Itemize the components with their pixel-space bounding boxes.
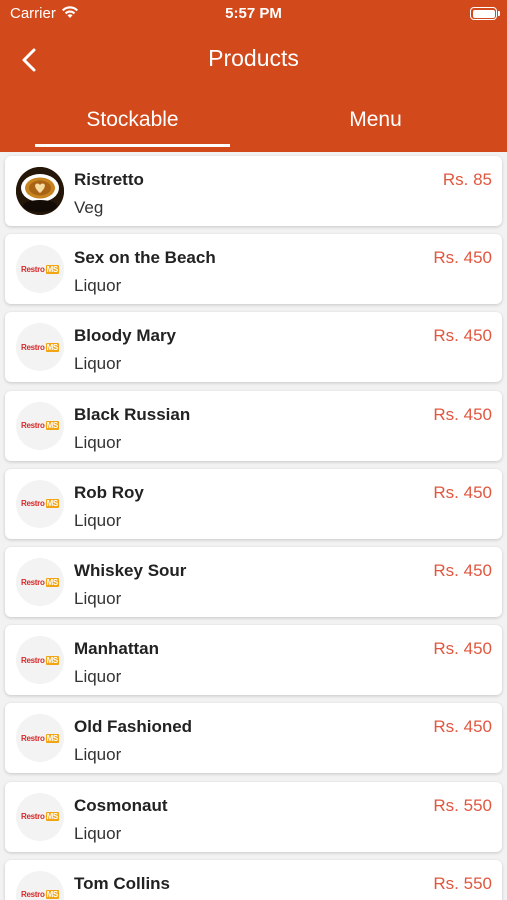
logo-brand: Restro — [21, 812, 45, 822]
logo-accent: MS — [45, 812, 59, 822]
logo-brand: Restro — [21, 655, 45, 665]
product-price: Rs. 85 — [442, 170, 492, 189]
product-card[interactable]: Restro MS Cosmonaut Liquor Rs. 550 — [5, 781, 502, 852]
product-name: Manhattan — [74, 639, 159, 659]
product-category: Veg — [74, 198, 104, 217]
product-category: Liquor — [74, 510, 122, 530]
restro-ms-logo: Restro MS — [16, 245, 64, 294]
logo-text: Restro MS — [21, 264, 59, 274]
product-price: Rs. 450 — [433, 561, 492, 580]
logo-accent: MS — [45, 655, 59, 665]
logo-brand: Restro — [21, 264, 45, 274]
coffee-cup-icon — [16, 167, 64, 215]
logo-accent: MS — [45, 890, 59, 900]
product-price: Rs. 450 — [433, 482, 492, 502]
product-category: Liquor — [74, 823, 122, 843]
tab-stockable[interactable]: Stockable — [35, 108, 230, 132]
product-price: Rs. 450 — [433, 639, 492, 659]
logo-accent: MS — [45, 342, 59, 352]
product-card[interactable]: Restro MS Rob Roy Liquor Rs. 450 — [5, 468, 502, 539]
logo-text: Restro MS — [21, 499, 59, 509]
product-price: Rs. 450 — [433, 717, 492, 737]
restro-ms-logo: Restro MS — [16, 714, 64, 763]
product-card[interactable]: Restro MS Sex on the Beach Liquor Rs. 450 — [5, 234, 502, 305]
logo-accent: MS — [45, 733, 59, 743]
logo-brand: Restro — [21, 499, 45, 509]
product-card[interactable]: Restro MS Old Fashioned Liquor Rs. 450 — [5, 703, 502, 774]
product-list[interactable]: Ristretto Veg Rs. 85 Restro MS Sex on the Bea… — [0, 152, 507, 900]
product-name: Rob Roy — [74, 482, 144, 502]
product-card[interactable]: RestroMSTom CollinsLiquorRs. 550 — [5, 859, 502, 900]
product-card[interactable]: Restro MS Whiskey Sour Liquor Rs. 450 — [5, 547, 502, 617]
restro-ms-logo: Restro MS — [16, 558, 64, 606]
product-card[interactable]: Ristretto Veg Rs. 85 — [5, 156, 502, 226]
app-header: Carrier 5:57 PM Products Stockable Menu — [0, 0, 507, 152]
product-name: Tom Collins — [74, 873, 171, 893]
restro-ms-logo: Restro MS — [16, 870, 64, 900]
product-category: Liquor — [74, 432, 122, 452]
product-category: Liquor — [74, 589, 122, 608]
product-price: Rs. 450 — [433, 326, 492, 346]
product-card[interactable]: Restro MS Manhattan Liquor Rs. 450 — [5, 625, 502, 696]
logo-text: Restro MS — [21, 812, 59, 822]
logo-brand: Restro — [21, 733, 45, 743]
logo-accent: MS — [45, 264, 59, 274]
product-card[interactable]: Restro MS Bloody Mary Liquor Rs. 450 — [5, 312, 502, 383]
logo-text: Restro MS — [21, 342, 59, 352]
page-title: Products — [208, 45, 299, 71]
restro-ms-logo: Restro MS — [16, 401, 64, 450]
restro-ms-logo: Restro MS — [16, 323, 64, 372]
product-category: Liquor — [74, 745, 122, 765]
product-name: Old Fashioned — [74, 717, 193, 737]
product-thumbnail-coffee — [16, 167, 64, 215]
logo-text: Restro MS — [21, 655, 59, 665]
logo-text: Restro MS — [21, 421, 59, 431]
logo-text: Restro MS — [21, 733, 59, 743]
restro-ms-logo: Restro MS — [16, 636, 64, 685]
product-card[interactable]: Restro MS Black Russian Liquor Rs. 450 — [5, 390, 502, 461]
product-name: Ristretto — [74, 170, 144, 189]
active-tab-indicator — [35, 144, 230, 147]
logo-brand: Restro — [21, 421, 45, 431]
status-time: 5:57 PM — [225, 5, 282, 22]
logo-accent: MS — [45, 421, 59, 431]
tab-menu[interactable]: Menu — [278, 108, 473, 132]
logo-brand: Restro — [21, 890, 45, 900]
product-category: Liquor — [74, 276, 122, 296]
status-bar: Carrier 5:57 PM — [0, 0, 507, 28]
product-price: Rs. 550 — [433, 873, 492, 893]
logo-text: Restro MS — [21, 577, 59, 587]
product-price: Rs. 450 — [433, 404, 492, 424]
product-name: Whiskey Sour — [74, 561, 187, 580]
product-name: Sex on the Beach — [74, 248, 216, 268]
product-price: Rs. 450 — [433, 248, 492, 268]
product-category: Liquor — [74, 354, 122, 374]
battery-icon — [470, 7, 500, 20]
logo-brand: Restro — [21, 342, 45, 352]
product-name: Cosmonaut — [74, 795, 168, 815]
logo-accent: MS — [45, 577, 59, 587]
product-name: Black Russian — [74, 404, 191, 424]
logo-brand: Restro — [21, 577, 45, 587]
product-name: Bloody Mary — [74, 326, 177, 346]
product-price: Rs. 550 — [433, 795, 492, 815]
logo-accent: MS — [45, 499, 59, 509]
restro-ms-logo: Restro MS — [16, 792, 64, 841]
restro-ms-logo: Restro MS — [16, 479, 64, 528]
logo-text: Restro MS — [21, 890, 59, 900]
product-category: Liquor — [74, 667, 122, 687]
